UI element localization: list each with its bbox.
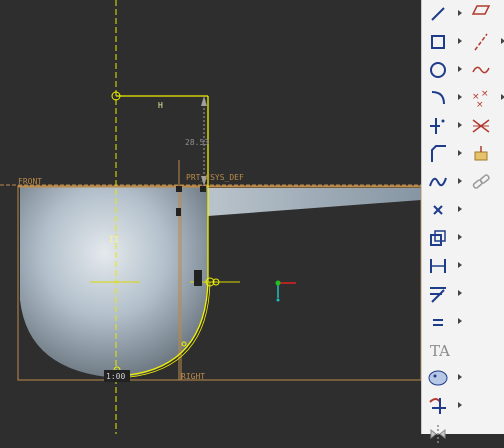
modify-icon (430, 287, 446, 303)
circle-button[interactable] (423, 56, 463, 84)
centerline-icon (474, 33, 488, 51)
modify-button[interactable] (423, 280, 463, 308)
dimension-label[interactable]: 28.53 (185, 138, 209, 147)
mirror-icon (430, 425, 446, 443)
constraint-button[interactable] (423, 308, 463, 336)
trim-icon (429, 398, 446, 414)
marker-square (176, 208, 181, 216)
toolbar-primary: TA (423, 0, 463, 448)
parallelogram-icon (471, 5, 491, 15)
line-button[interactable] (423, 0, 463, 28)
spline-icon (429, 177, 447, 187)
spline-button[interactable] (423, 168, 463, 196)
svg-text:×: × (481, 89, 489, 99)
intersect-button[interactable] (466, 112, 504, 140)
marker-square (176, 186, 182, 192)
toolbar-secondary: × × × (466, 0, 504, 196)
fillet-button[interactable] (423, 112, 463, 140)
dimension-icon (430, 259, 446, 273)
point-button[interactable] (423, 196, 463, 224)
multi-point-icon: × ×× (472, 89, 489, 110)
constraint-vertical[interactable]: II (109, 235, 119, 244)
svg-text:×: × (476, 100, 484, 110)
mirror-button[interactable] (423, 420, 463, 448)
svg-text:1:00: 1:00 (106, 372, 125, 381)
weight-icon (474, 146, 488, 161)
datum-right-label: RIGHT (181, 372, 205, 381)
text-icon: TA (430, 342, 450, 360)
palette-button[interactable] (423, 364, 463, 392)
text-button[interactable]: TA (423, 336, 463, 364)
point-icon (433, 205, 443, 215)
rectangle-button[interactable] (423, 28, 463, 56)
offset-button[interactable] (423, 224, 463, 252)
multi-point-button[interactable]: × × × (466, 84, 504, 112)
csys-label: PRT_CSYS_DEF (186, 173, 244, 182)
constraint-icon (433, 319, 443, 326)
sketch-toolbar: TA × × × (421, 0, 504, 443)
datum-front-label: FRONT (18, 177, 42, 186)
svg-text:TA: TA (430, 342, 450, 360)
link-icon (472, 174, 490, 189)
dimension-button[interactable] (423, 252, 463, 280)
graphics-area[interactable]: 28.53 H II 1:00 FRONT PRT_CSYS_DEF RIGHT (0, 0, 421, 434)
constraint-horizontal[interactable]: H (158, 101, 163, 110)
freehand-spline-icon (472, 66, 490, 74)
circle-icon (430, 62, 446, 78)
csys-icon[interactable] (275, 280, 297, 302)
parallelogram-button[interactable] (466, 0, 504, 28)
weight-button[interactable] (466, 140, 504, 168)
link-button[interactable] (466, 168, 504, 196)
trim-button[interactable] (423, 392, 463, 420)
marker-square (200, 186, 206, 192)
centerline-button[interactable] (466, 28, 504, 56)
rectangle-icon (431, 35, 445, 49)
line-icon (431, 7, 445, 21)
fillet-icon (430, 118, 445, 134)
arc-button[interactable] (423, 84, 463, 112)
arc-icon (431, 91, 445, 105)
sketch-canvas[interactable]: 28.53 H II 1:00 FRONT PRT_CSYS_DEF RIGHT (0, 0, 421, 434)
palette-icon (428, 370, 448, 386)
shaded-plate (208, 188, 421, 216)
chamfer-icon (431, 145, 446, 162)
intersect-icon (472, 119, 490, 133)
chamfer-button[interactable] (423, 140, 463, 168)
offset-icon (430, 230, 446, 246)
marker-square (194, 270, 202, 286)
freehand-spline-button[interactable] (466, 56, 504, 84)
